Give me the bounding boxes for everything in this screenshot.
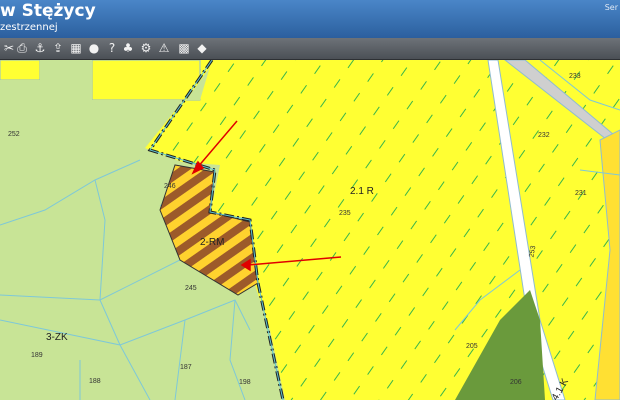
layout-icon[interactable]: ▦ [68, 40, 84, 56]
parcel-number: 245 [185, 285, 197, 292]
parcel-number: 233 [569, 73, 581, 80]
map-view[interactable]: 2.1 R 2-RM 3-ZK 4.1 K 252 246 245 235 23… [0, 60, 620, 400]
layers-icon[interactable]: ◆ [194, 40, 210, 56]
parcel-number: 198 [239, 379, 251, 386]
map-canvas[interactable]: 2.1 R 2-RM 3-ZK 4.1 K 252 246 245 235 23… [0, 60, 620, 400]
map-toolbar: ✂ ⎙ ⚓ ⇪ ▦ ● ? ♣ ⚙ ⚠ ▩ ◆ [0, 38, 620, 60]
speech-bubble-icon[interactable]: ● [86, 40, 102, 56]
zone-label-2-rm: 2-RM [200, 237, 224, 248]
parcel-number: 235 [339, 210, 351, 217]
parcel-top-left-2 [91, 60, 201, 101]
app-header: w Stężycy zestrzennej Ser [0, 0, 620, 38]
zone-label-2-1-r: 2.1 R [350, 186, 374, 197]
parcel-top-left-1 [0, 60, 41, 81]
parcel-number: 188 [89, 378, 101, 385]
zone-label-3-zk: 3-ZK [46, 332, 68, 343]
parcel-number: 252 [8, 131, 20, 138]
parcel-number: 205 [466, 343, 478, 350]
parcel-number: 187 [180, 364, 192, 371]
app-subtitle: zestrzennej [0, 22, 58, 33]
tree-icon[interactable]: ♣ [120, 40, 136, 56]
warning-icon[interactable]: ⚠ [156, 40, 172, 56]
parcel-number: 189 [31, 352, 43, 359]
help-icon[interactable]: ? [104, 40, 120, 56]
parcel-number: 246 [164, 183, 176, 190]
export-icon[interactable]: ⇪ [50, 40, 66, 56]
grid-icon[interactable]: ▩ [176, 40, 192, 56]
app-title: w Stężycy [0, 1, 96, 21]
header-corner-text[interactable]: Ser [605, 3, 618, 12]
anchor-icon[interactable]: ⚓ [32, 40, 48, 56]
parcel-number: 231 [575, 190, 587, 197]
parcel-number: 232 [538, 132, 550, 139]
settings-icon[interactable]: ⚙ [138, 40, 154, 56]
parcel-number: 206 [510, 379, 522, 386]
print-icon[interactable]: ⎙ [14, 40, 30, 56]
